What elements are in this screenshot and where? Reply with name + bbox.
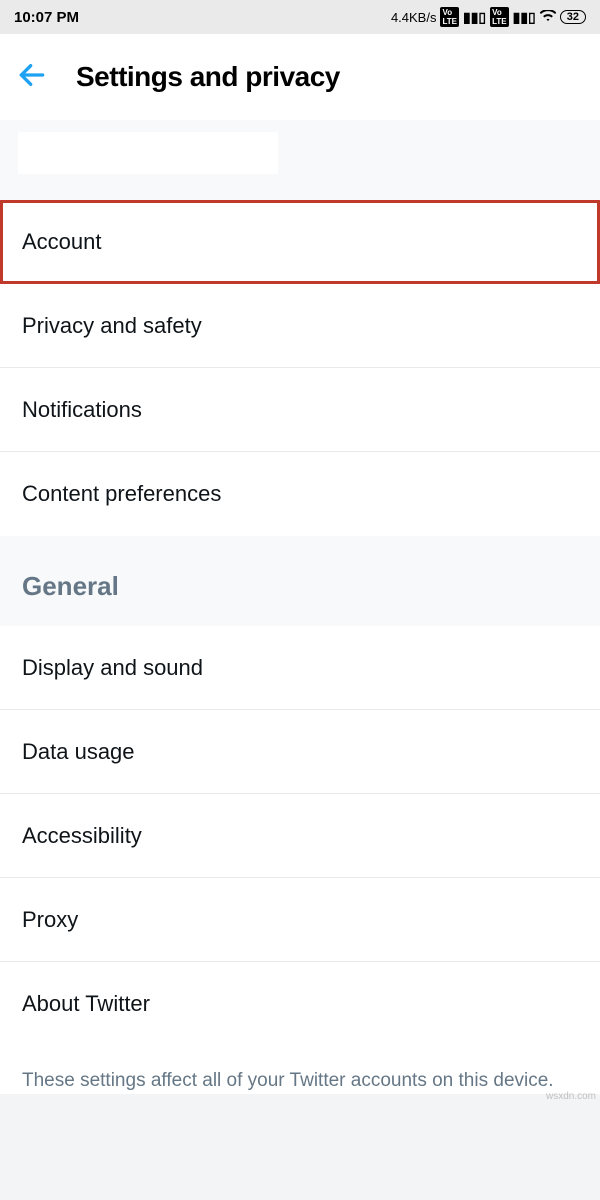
- section-account: Account Privacy and safety Notifications…: [0, 200, 600, 536]
- row-label: Data usage: [22, 739, 135, 765]
- row-label: Accessibility: [22, 823, 142, 849]
- net-speed-label: 4.4KB/s: [391, 10, 437, 25]
- footer-note: These settings affect all of your Twitte…: [0, 1046, 600, 1094]
- row-proxy[interactable]: Proxy: [0, 878, 600, 962]
- status-right: 4.4KB/s VoLTE ▮▮▯ VoLTE ▮▮▯ 32: [391, 7, 586, 27]
- row-display-and-sound[interactable]: Display and sound: [0, 626, 600, 710]
- volte-icon-2: VoLTE: [490, 7, 509, 27]
- status-time: 10:07 PM: [14, 9, 79, 26]
- status-bar: 10:07 PM 4.4KB/s VoLTE ▮▮▯ VoLTE ▮▮▯ 32: [0, 0, 600, 34]
- section-title: General: [22, 571, 119, 602]
- row-account[interactable]: Account: [0, 200, 600, 284]
- row-about-twitter[interactable]: About Twitter: [0, 962, 600, 1046]
- back-button[interactable]: [16, 59, 48, 96]
- section-general: Display and sound Data usage Accessibili…: [0, 626, 600, 1046]
- volte-icon-1: VoLTE: [440, 7, 459, 27]
- row-label: About Twitter: [22, 991, 150, 1017]
- section-header-general: General: [0, 536, 600, 626]
- signal-icon-1: ▮▮▯: [463, 9, 486, 26]
- row-label: Notifications: [22, 397, 142, 423]
- signal-icon-2: ▮▮▯: [513, 9, 536, 26]
- row-label: Display and sound: [22, 655, 203, 681]
- content: Account Privacy and safety Notifications…: [0, 120, 600, 1094]
- user-handle-placeholder: [18, 132, 278, 174]
- user-block: [0, 120, 600, 200]
- row-label: Privacy and safety: [22, 313, 202, 339]
- app-header: Settings and privacy: [0, 34, 600, 120]
- watermark: wsxdn.com: [546, 1091, 596, 1102]
- wifi-icon: [540, 9, 556, 25]
- battery-indicator: 32: [560, 10, 586, 24]
- row-notifications[interactable]: Notifications: [0, 368, 600, 452]
- row-label: Content preferences: [22, 481, 221, 507]
- row-label: Account: [22, 229, 102, 255]
- row-data-usage[interactable]: Data usage: [0, 710, 600, 794]
- arrow-left-icon: [16, 59, 48, 91]
- row-accessibility[interactable]: Accessibility: [0, 794, 600, 878]
- row-label: Proxy: [22, 907, 78, 933]
- page-title: Settings and privacy: [76, 61, 340, 93]
- row-privacy-and-safety[interactable]: Privacy and safety: [0, 284, 600, 368]
- row-content-preferences[interactable]: Content preferences: [0, 452, 600, 536]
